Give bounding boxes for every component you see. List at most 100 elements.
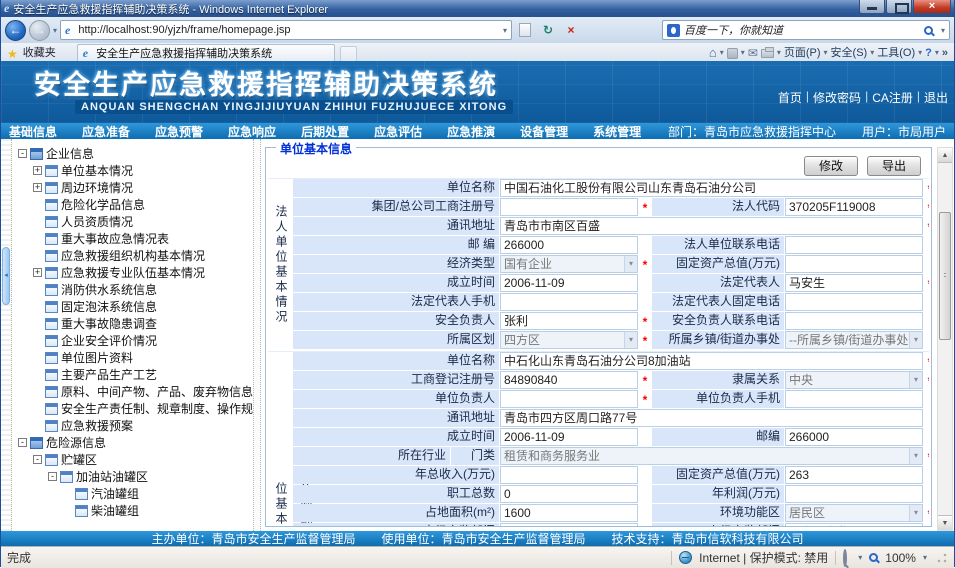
page-menu-caret-icon[interactable]: ▾: [824, 45, 828, 61]
township-select[interactable]: --所属乡镇/街道办事处--▾: [785, 331, 923, 349]
safety-officer-input[interactable]: 张利: [500, 312, 638, 330]
affiliation-select[interactable]: 中央▾: [785, 371, 923, 389]
safety-officer-phone-input[interactable]: [785, 312, 923, 330]
tree-item[interactable]: -危险源信息: [14, 434, 253, 451]
favorites-star-icon[interactable]: ★: [7, 47, 18, 61]
zoom-level-button[interactable]: 100%: [869, 551, 916, 565]
search-box[interactable]: 百度一下，你就知道 ▾: [662, 20, 950, 40]
minimize-button[interactable]: [859, 0, 885, 14]
tools-menu-button[interactable]: 工具(O): [877, 45, 915, 61]
tree-item[interactable]: 重大事故隐患调查: [14, 315, 253, 332]
browser-tab[interactable]: e 安全生产应急救援指挥辅助决策系统: [77, 44, 335, 61]
printer-icon[interactable]: [761, 49, 774, 58]
modify-button[interactable]: 修改: [804, 156, 858, 176]
safety-menu-button[interactable]: 安全(S): [831, 45, 868, 61]
founding-date-2-input[interactable]: 2006-11-09: [500, 428, 638, 446]
zoom-change-icon[interactable]: [843, 551, 851, 565]
unit-name-2-input[interactable]: 中石化山东青岛石油分公司8加油站: [500, 352, 923, 370]
fixed-assets-input[interactable]: [785, 255, 923, 273]
tree-item[interactable]: 人员资质情况: [14, 213, 253, 230]
home-icon[interactable]: ⌂: [709, 45, 717, 61]
rss-dropdown-icon[interactable]: ▾: [741, 45, 745, 61]
select-dropdown-icon[interactable]: ▾: [909, 448, 922, 464]
district-select[interactable]: 四方区▾: [500, 331, 638, 349]
founding-date-input[interactable]: 2006-11-09: [500, 274, 638, 292]
resize-grip[interactable]: [936, 552, 948, 564]
home-dropdown-icon[interactable]: ▾: [720, 45, 724, 61]
history-dropdown-icon[interactable]: ▾: [53, 26, 57, 35]
annual-income-input[interactable]: [500, 466, 638, 484]
tools-menu-caret-icon[interactable]: ▾: [918, 45, 922, 61]
tree-item[interactable]: 应急救援预案: [14, 417, 253, 434]
nav-menu-item[interactable]: 设备管理: [520, 123, 568, 140]
scroll-up-icon[interactable]: ▲: [938, 148, 952, 163]
nav-menu-item[interactable]: 应急响应: [228, 123, 276, 140]
tree-expander-icon[interactable]: -: [48, 472, 57, 481]
select-dropdown-icon[interactable]: ▾: [909, 332, 922, 348]
header-link[interactable]: 首页: [778, 89, 802, 106]
tree-item[interactable]: 主要产品生产工艺: [14, 366, 253, 383]
tree-item[interactable]: -加油站油罐区: [14, 468, 253, 485]
forward-button[interactable]: →: [29, 20, 50, 41]
export-button[interactable]: 导出: [867, 156, 921, 176]
nav-menu-item[interactable]: 应急推演: [447, 123, 495, 140]
tree-item[interactable]: +单位基本情况: [14, 162, 253, 179]
tree-item[interactable]: 企业安全评价情况: [14, 332, 253, 349]
header-link[interactable]: 修改密码: [813, 89, 861, 106]
tree-item[interactable]: 汽油罐组: [14, 485, 253, 502]
select-dropdown-icon[interactable]: ▾: [909, 372, 922, 388]
legal-rep-phone-input[interactable]: [785, 293, 923, 311]
nav-menu-item[interactable]: 系统管理: [593, 123, 641, 140]
header-link[interactable]: 退出: [924, 89, 948, 106]
tree-item[interactable]: 单位图片资料: [14, 349, 253, 366]
favorites-label[interactable]: 收藏夹: [23, 45, 56, 61]
tree-item[interactable]: 原料、中间产物、产品、废弃物信息: [14, 383, 253, 400]
new-tab-stub[interactable]: [340, 46, 357, 61]
staff-count-input[interactable]: 0: [500, 485, 638, 503]
tree-item[interactable]: 安全生产责任制、规章制度、操作规程信息: [14, 400, 253, 417]
tree-item[interactable]: 柴油罐组: [14, 502, 253, 519]
compatibility-view-button[interactable]: [515, 20, 535, 40]
search-input[interactable]: 百度一下，你就知道: [684, 22, 920, 38]
select-dropdown-icon[interactable]: ▾: [624, 256, 637, 272]
nav-menu-item[interactable]: 后期处置: [301, 123, 349, 140]
rss-feed-icon[interactable]: [727, 48, 738, 59]
back-button[interactable]: ←: [5, 20, 26, 41]
postcode-2-input[interactable]: 266000: [785, 428, 923, 446]
nav-menu-item[interactable]: 应急准备: [82, 123, 130, 140]
address-bar[interactable]: e http://localhost:90/yjzh/frame/homepag…: [60, 20, 512, 40]
nav-menu-item[interactable]: 应急预警: [155, 123, 203, 140]
area-input[interactable]: 1600: [500, 504, 638, 522]
tree-item[interactable]: -贮罐区: [14, 451, 253, 468]
tree-item[interactable]: 应急救援组织机构基本情况: [14, 247, 253, 264]
safety-menu-caret-icon[interactable]: ▾: [870, 45, 874, 61]
zoom-caret-icon[interactable]: ▾: [923, 553, 927, 562]
panel-collapse-handle[interactable]: ◂: [2, 247, 10, 305]
header-link[interactable]: CA注册: [872, 89, 913, 106]
address-dropdown-icon[interactable]: ▾: [503, 26, 507, 35]
legal-unit-phone-input[interactable]: [785, 236, 923, 254]
tree-splitter[interactable]: [253, 139, 261, 531]
superior-safety-dept-input[interactable]: 四方区安监局: [785, 523, 923, 526]
maximize-button[interactable]: [886, 0, 912, 14]
unit-name-input[interactable]: 中国石油化工股份有限公司山东青岛石油分公司: [500, 179, 923, 197]
refresh-button[interactable]: ↻: [538, 20, 558, 40]
nav-menu-item[interactable]: 应急评估: [374, 123, 422, 140]
search-icon[interactable]: [924, 26, 933, 35]
tree-item[interactable]: 消防供水系统信息: [14, 281, 253, 298]
tree-item[interactable]: 重大事故应急情况表: [14, 230, 253, 247]
tree-item[interactable]: 危险化学品信息: [14, 196, 253, 213]
search-dropdown-icon[interactable]: ▾: [941, 26, 945, 35]
tree-expander-icon[interactable]: +: [33, 268, 42, 277]
print-dropdown-icon[interactable]: ▾: [777, 45, 781, 61]
legal-representative-input[interactable]: 马安生: [785, 274, 923, 292]
local-safety-dept-input[interactable]: [500, 523, 638, 526]
tree-item[interactable]: -企业信息: [14, 145, 253, 162]
economy-type-select[interactable]: 国有企业▾: [500, 255, 638, 273]
mailing-address-input[interactable]: 青岛市市南区百盛: [500, 217, 923, 235]
industry-category-select[interactable]: 租赁和商务服务业▾: [500, 447, 923, 465]
scrollbar-thumb[interactable]: [939, 212, 951, 340]
nav-menu-item[interactable]: 基础信息: [9, 123, 57, 140]
group-regno-input[interactable]: [500, 198, 638, 216]
page-menu-button[interactable]: 页面(P): [784, 45, 821, 61]
